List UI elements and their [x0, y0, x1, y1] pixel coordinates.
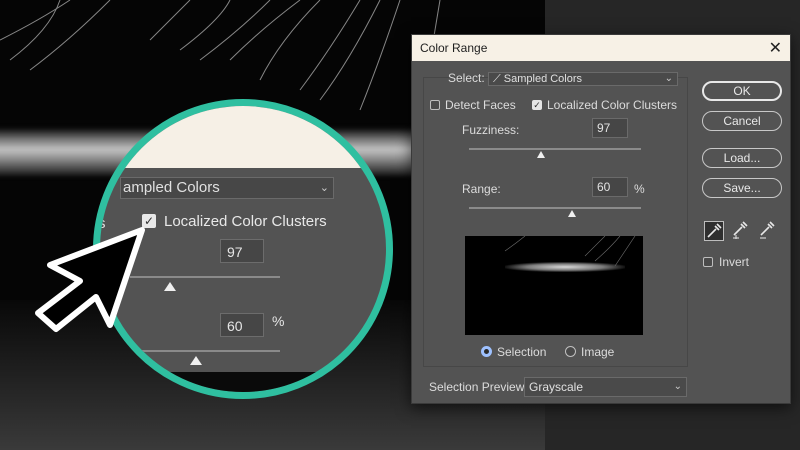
magnified-fuzziness-field: 97	[220, 239, 264, 263]
invert-label: Invert	[719, 255, 750, 269]
range-slider-track[interactable]	[469, 207, 641, 209]
cancel-button[interactable]: Cancel	[702, 111, 782, 131]
chevron-down-icon: ⌄	[664, 73, 673, 84]
image-radio-label: Image	[581, 345, 615, 359]
dialog-title: Color Range	[420, 41, 488, 55]
dialog-titlebar: Color Range ✕	[412, 35, 790, 61]
eyedropper-minus-icon[interactable]	[758, 221, 778, 241]
eyedropper-icon[interactable]	[704, 221, 724, 241]
magnified-select: ampled Colors ⌄	[120, 177, 334, 199]
chevron-down-icon: ⌄	[673, 381, 682, 392]
localized-color-clusters-label: Localized Color Clusters	[547, 98, 678, 112]
range-label: Range:	[462, 182, 501, 196]
magnified-range-track	[130, 350, 280, 352]
magnified-localized-label: Localized Color Clusters	[164, 213, 327, 230]
eyedropper-plus-icon[interactable]	[731, 221, 751, 241]
selection-radio[interactable]	[481, 346, 492, 357]
magnified-percent: %	[272, 313, 285, 329]
fuzziness-slider-thumb[interactable]	[537, 151, 546, 158]
image-radio[interactable]	[565, 346, 576, 357]
chevron-down-icon: ⌄	[319, 182, 329, 194]
range-percent-label: %	[634, 182, 645, 196]
color-range-dialog: Color Range ✕ Select: ⟋ Sampled Colors ⌄…	[411, 34, 791, 404]
close-icon[interactable]: ✕	[769, 38, 782, 58]
magnified-titlebar	[100, 106, 386, 168]
fuzziness-slider-track[interactable]	[469, 148, 641, 150]
selection-preview-value: Grayscale	[529, 380, 584, 394]
select-label: Select:	[448, 71, 485, 85]
magnified-range-thumb	[190, 356, 202, 365]
range-slider-thumb[interactable]	[568, 210, 577, 217]
ok-button[interactable]: OK	[702, 81, 782, 101]
invert-checkbox[interactable]	[703, 257, 713, 267]
fuzziness-label: Fuzziness:	[462, 123, 520, 137]
magnified-preview-edge	[100, 372, 386, 392]
pointer-arrow-icon	[35, 227, 145, 332]
save-button[interactable]: Save...	[702, 178, 782, 198]
selection-preview-dropdown[interactable]: Grayscale ⌄	[524, 377, 687, 397]
range-input[interactable]: 60	[592, 177, 628, 197]
magnified-select-text: ampled Colors	[123, 179, 220, 196]
select-dropdown[interactable]: ⟋ Sampled Colors ⌄	[488, 72, 678, 86]
selection-preview-thumbnail	[465, 236, 643, 335]
eyedropper-small-icon: ⟋	[493, 73, 504, 85]
selection-preview-label: Selection Preview:	[429, 380, 528, 394]
detect-faces-checkbox[interactable]	[430, 100, 440, 110]
preview-fronds	[504, 236, 636, 267]
magnified-fuzziness-thumb	[164, 282, 176, 291]
detect-faces-label: Detect Faces	[445, 98, 516, 112]
select-value: Sampled Colors	[503, 73, 583, 85]
localized-color-clusters-checkbox[interactable]: ✓	[532, 100, 542, 110]
fuzziness-input[interactable]: 97	[592, 118, 628, 138]
magnified-range-field: 60	[220, 313, 264, 337]
selection-radio-label: Selection	[497, 345, 547, 359]
load-button[interactable]: Load...	[702, 148, 782, 168]
